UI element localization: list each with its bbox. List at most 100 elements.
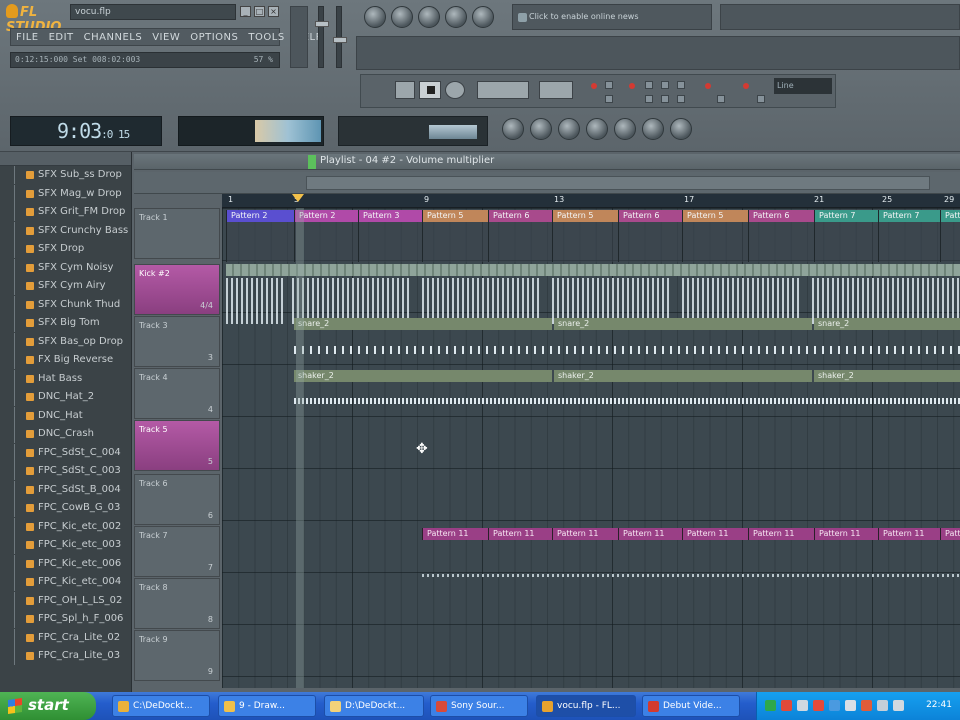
pattern-mode-button[interactable] [364,6,386,28]
pattern-clip[interactable]: Pattern 7 [814,210,878,262]
browser-item[interactable]: DNC_Crash [0,425,131,444]
record-button[interactable] [445,81,465,99]
song-mode-button[interactable] [391,6,413,28]
browser-item[interactable]: FPC_SdSt_C_004 [0,443,131,463]
online-news-panel[interactable]: Click to enable online news [512,4,712,30]
browser-item[interactable]: SFX Bas_op Drop [0,332,131,352]
pattern-clip[interactable]: Pattern 6 [748,210,814,262]
option-toggle-7[interactable] [661,95,669,103]
close-button[interactable]: × [268,6,279,17]
restore-button[interactable]: □ [254,6,265,17]
track-header[interactable]: Track 7 7 [134,526,220,577]
taskbar-item[interactable]: Sony Sour... [430,695,528,717]
pattern-11-clip[interactable]: Pattern 11 [814,528,878,540]
step-sequencer-button[interactable] [530,118,552,140]
tray-app-icon[interactable] [813,700,824,711]
browser-item[interactable]: FPC_CowB_G_03 [0,499,131,518]
browser-item[interactable]: FPC_Cra_Lite_02 [0,628,131,648]
pattern-11-clip[interactable]: Pattern 11 [878,528,940,540]
snare-clip[interactable]: snare_2 [814,318,960,330]
option-toggle-6[interactable] [645,95,653,103]
taskbar-item[interactable]: 9 - Draw... [218,695,316,717]
stop-button[interactable] [419,81,441,99]
app-logo[interactable]: FL STUDIO [6,4,68,35]
shaker-clip[interactable]: shaker_2 [554,370,812,382]
pattern-clip[interactable]: Pattern 5 [552,210,618,262]
tray-volume-icon[interactable] [845,700,856,711]
pattern-clip[interactable]: Pattern 6 [618,210,682,262]
metronome-button[interactable] [445,6,467,28]
menu-file[interactable]: FILE [11,29,44,45]
menu-edit[interactable]: EDIT [44,29,79,45]
play-button[interactable] [395,81,415,99]
browser-item[interactable]: FX Big Reverse [0,351,131,370]
pattern-clip[interactable]: Pattern 8 [940,210,960,262]
pattern-11-clip[interactable]: Pattern 11 [422,528,488,540]
track-header[interactable]: Track 5 5 [134,420,220,471]
browser-item[interactable]: FPC_SdSt_B_004 [0,480,131,500]
help-button[interactable] [670,118,692,140]
record-mode-button[interactable] [472,6,494,28]
shaker-clip[interactable]: shaker_2 [294,370,552,382]
browser-item[interactable]: SFX Chunk Thud [0,295,131,315]
track-header[interactable]: Track 1 [134,208,220,259]
track-header[interactable]: Track 6 6 [134,474,220,525]
browser-item[interactable]: SFX Cym Noisy [0,258,131,278]
plugin-picker-button[interactable] [642,118,664,140]
tray-shield-icon[interactable] [765,700,776,711]
pattern-11-clip[interactable]: Pattern 11 [488,528,552,540]
browser-item[interactable]: FPC_Cra_Lite_03 [0,647,131,666]
master-pitch-slider[interactable] [333,6,347,68]
option-toggle-8[interactable] [677,95,685,103]
track-header[interactable]: Track 8 8 [134,578,220,629]
pattern-clip[interactable]: Pattern 7 [878,210,940,262]
browser-item[interactable]: FPC_SdSt_C_003 [0,462,131,481]
tray-display-icon[interactable] [893,700,904,711]
song-selector[interactable] [539,81,573,99]
piano-roll-button[interactable] [558,118,580,140]
pattern-clip[interactable]: Pattern 2 [226,210,294,262]
option-toggle-5[interactable] [677,81,685,89]
pattern-clip[interactable]: Pattern 5 [682,210,748,262]
pattern-11-clip[interactable]: Pattern 11 [682,528,748,540]
track-header[interactable]: Kick #2 4/4 [134,264,220,315]
track-header[interactable]: Track 4 4 [134,368,220,419]
option-toggle-3[interactable] [645,81,653,89]
mixer-button[interactable] [614,118,636,140]
browser-item[interactable]: FPC_Kic_etc_002 [0,517,131,537]
kick-waveform[interactable] [226,278,286,324]
browser-item[interactable]: DNC_Hat_2 [0,388,131,407]
taskbar-item[interactable]: D:\DeDockt... [324,695,424,717]
browser-item[interactable]: SFX Sub_ss Drop [0,166,131,185]
tray-antivirus-icon[interactable] [781,700,792,711]
option-toggle-9[interactable] [717,95,725,103]
option-toggle-2[interactable] [605,95,613,103]
playlist-horizontal-scrollbar[interactable] [306,176,930,190]
browser-item[interactable]: FPC_Spl_h_F_006 [0,610,131,629]
browser-item[interactable]: FPC_Kic_etc_004 [0,573,131,592]
menu-view[interactable]: VIEW [147,29,185,45]
menu-options[interactable]: OPTIONS [185,29,243,45]
browser-item[interactable]: SFX Cym Airy [0,277,131,296]
browser-item[interactable]: SFX Mag_w Drop [0,184,131,204]
pattern-11-clip[interactable]: Pattern 11 [618,528,682,540]
pattern-11-clip[interactable]: Pattern 11 [940,528,960,540]
snap-button[interactable] [418,6,440,28]
browser-item[interactable]: DNC_Hat [0,406,131,426]
browser-item[interactable]: FPC_OH_L_LS_02 [0,591,131,611]
option-toggle-4[interactable] [661,81,669,89]
pattern-11-clip[interactable]: Pattern 11 [748,528,814,540]
snap-dropdown[interactable]: Line [774,78,832,94]
playlist-grid[interactable]: Pattern 2 Pattern 2 Pattern 3 Pattern 5 Patt… [222,208,960,688]
tray-update-icon[interactable] [861,700,872,711]
timeline-ruler[interactable]: 1 5 9 13 17 21 25 29 [222,194,960,208]
tray-misc-icon[interactable] [877,700,888,711]
pattern-clip[interactable]: Pattern 3 [358,210,422,262]
menu-channels[interactable]: CHANNELS [79,29,148,45]
taskbar-item[interactable]: C:\DeDockt... [112,695,210,717]
taskbar-item[interactable]: Debut Vide... [642,695,740,717]
pattern-11-clip[interactable]: Pattern 11 [552,528,618,540]
track-header[interactable]: Track 3 3 [134,316,220,367]
browser-item[interactable]: Hat Bass [0,369,131,389]
browser-item[interactable]: SFX Drop [0,240,131,259]
